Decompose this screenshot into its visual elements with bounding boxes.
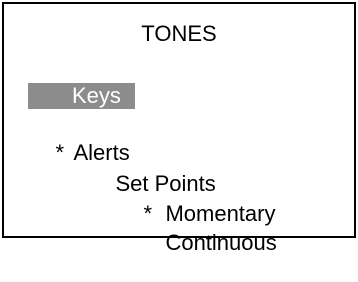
menu-item-keys[interactable]: Keys	[28, 83, 135, 109]
menu-item-continuous[interactable]: Continuous	[141, 204, 277, 282]
menu-item-label: Keys	[72, 83, 121, 108]
active-marker: *	[55, 140, 65, 165]
lcd-screen: TONES Keys * Alerts Set Points * Momentary…	[2, 2, 356, 255]
screen-title: TONES	[141, 21, 217, 46]
menu-item-label: Continuous	[165, 230, 277, 255]
